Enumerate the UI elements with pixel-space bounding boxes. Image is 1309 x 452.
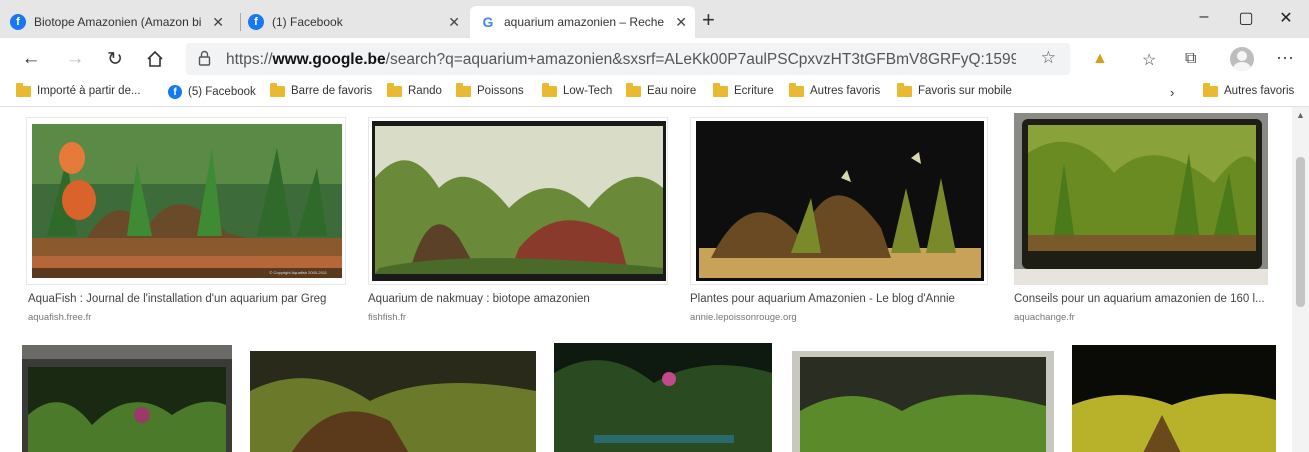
star-icon[interactable]: ☆ [1041,48,1056,68]
bookmark-label: Rando [408,85,442,97]
facebook-icon: f [168,85,182,99]
folder-icon [270,82,285,97]
result-caption[interactable]: Conseils pour un aquarium amazonien de 1… [1014,293,1284,305]
minimize-button[interactable]: – [1194,8,1214,26]
facebook-icon: f [10,14,26,30]
bookmark-imported[interactable]: Importé à partir de... [16,82,141,97]
folder-icon [16,82,31,97]
close-icon[interactable]: ✕ [675,14,687,31]
page-scrollbar[interactable]: ▲ [1292,107,1309,452]
home-icon [147,50,163,67]
tab-label: Biotope Amazonien (Amazon bi [34,15,202,29]
new-tab-button[interactable]: + [702,9,715,31]
url-path: /search?q=aquarium+amazonien&sxsrf=ALeKk… [385,51,1016,68]
bookmark-autres-favoris[interactable]: Autres favoris [789,82,881,97]
bookmark-label: Autres favoris [1224,85,1295,97]
folder-icon [713,82,728,97]
bookmark-label: (5) Facebook [188,86,256,98]
bookmark-barre-favoris[interactable]: Barre de favoris [270,82,373,97]
facebook-icon: f [248,14,264,30]
bookmark-eau-noire[interactable]: Eau noire [626,82,697,97]
result-caption[interactable]: Plantes pour aquarium Amazonien - Le blo… [690,293,955,305]
collections-icon[interactable]: ⧉ [1185,50,1196,68]
bookmark-ecriture[interactable]: Ecriture [713,82,774,97]
navigation-bar: ← → ↻ https://www.google.be/search?q=aqu… [0,38,1309,80]
scroll-up-icon[interactable]: ▲ [1296,110,1305,120]
folder-icon [897,82,912,97]
tab-facebook[interactable]: f (1) Facebook ✕ [248,6,468,38]
close-icon[interactable]: ✕ [212,14,224,31]
result-image[interactable] [792,351,1054,452]
result-image[interactable]: © Copyright Aquafish 2000-2011 [26,117,346,285]
google-icon: G [482,14,494,30]
bookmark-favoris-mobile[interactable]: Favoris sur mobile [897,82,1012,97]
result-image[interactable] [368,117,668,285]
extension-icon[interactable]: ▲ [1092,50,1108,68]
tab-label: (1) Facebook [272,15,343,29]
url-text: https://www.google.be/search?q=aquarium+… [226,51,1016,69]
bookmark-label: Ecriture [734,85,774,97]
tab-label: aquarium amazonien – Recherch [504,15,664,29]
address-bar[interactable]: https://www.google.be/search?q=aquarium+… [186,43,1070,75]
url-domain: www.google.be [272,51,386,68]
more-icon[interactable]: ··· [1276,47,1294,68]
result-image[interactable] [1014,113,1268,285]
bookmark-facebook[interactable]: f (5) Facebook [168,85,256,99]
result-source[interactable]: annie.lepoissonrouge.org [690,312,797,323]
result-caption[interactable]: AquaFish : Journal de l'installation d'u… [28,293,348,305]
result-image[interactable] [690,117,988,285]
bookmark-label: Low-Tech [563,85,613,97]
folder-icon [387,82,402,97]
favorites-icon[interactable]: ☆ [1142,50,1156,70]
bookmark-label: Autres favoris [810,85,881,97]
bookmark-label: Eau noire [647,85,697,97]
arrow-right-icon: → [65,48,85,69]
arrow-left-icon: ← [21,48,41,69]
close-window-button[interactable]: ✕ [1276,8,1296,28]
bookmark-label: Importé à partir de... [37,85,141,97]
bookmarks-overflow-chevron-icon[interactable]: › [1170,85,1174,100]
scrollbar-thumb[interactable] [1296,157,1305,307]
close-icon[interactable]: ✕ [448,14,460,31]
bookmarks-bar: Importé à partir de... f (5) Facebook Bar… [0,80,1309,107]
folder-icon [1203,82,1218,97]
bookmark-other-favorites[interactable]: Autres favoris [1203,82,1295,97]
bookmark-poissons[interactable]: Poissons [456,82,524,97]
result-image[interactable] [554,343,772,452]
result-image[interactable] [1072,345,1276,452]
tab-separator [240,13,241,31]
home-button[interactable] [144,48,166,70]
folder-icon [456,82,471,97]
folder-icon [542,82,557,97]
result-caption[interactable]: Aquarium de nakmuay : biotope amazonien [368,293,590,305]
maximize-button[interactable]: ▢ [1236,8,1256,28]
result-image[interactable] [250,351,536,452]
forward-button[interactable]: → [64,48,86,70]
refresh-icon: ↻ [107,48,123,70]
result-source[interactable]: aquachange.fr [1014,312,1075,323]
result-source[interactable]: aquafish.free.fr [28,312,91,323]
folder-icon [789,82,804,97]
result-source[interactable]: fishfish.fr [368,312,406,323]
image-results: © Copyright Aquafish 2000-2011 AquaFish … [0,107,1290,452]
tab-biotope[interactable]: f Biotope Amazonien (Amazon bi ✕ [10,6,232,38]
bookmark-rando[interactable]: Rando [387,82,442,97]
folder-icon [626,82,641,97]
refresh-button[interactable]: ↻ [104,48,126,70]
url-prefix: https:// [226,51,273,68]
tab-google-search[interactable]: G aquarium amazonien – Recherch ✕ [470,6,695,38]
bookmark-label: Barre de favoris [291,85,373,97]
profile-avatar[interactable] [1230,47,1254,71]
image-watermark: © Copyright Aquafish 2000-2011 [269,270,327,275]
bookmark-label: Poissons [477,85,524,97]
bookmark-label: Favoris sur mobile [918,85,1012,97]
lock-icon [198,50,211,66]
tab-strip: f Biotope Amazonien (Amazon bi ✕ f (1) F… [0,0,1309,38]
bookmark-low-tech[interactable]: Low-Tech [542,82,613,97]
result-image[interactable] [22,345,232,452]
back-button[interactable]: ← [20,48,42,70]
